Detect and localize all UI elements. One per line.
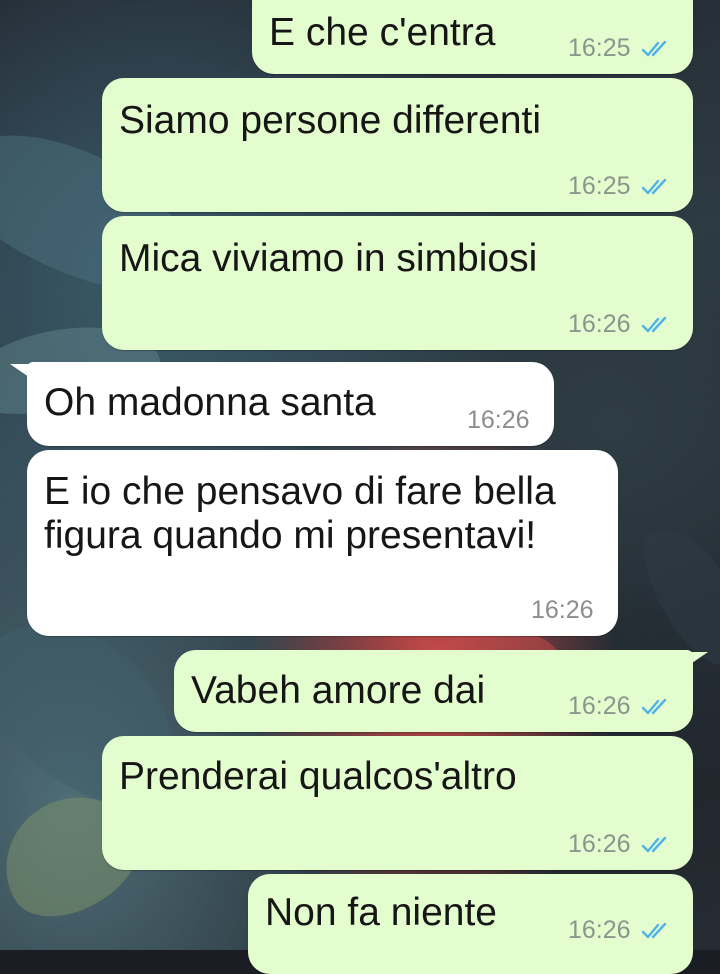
message-meta: 16:26 (568, 830, 671, 859)
message-time: 16:26 (467, 406, 530, 434)
message-time: 16:26 (531, 596, 594, 624)
message-text: Oh madonna santa (44, 381, 376, 424)
message-bubble-outgoing[interactable]: Non fa niente 16:26 (248, 874, 693, 974)
message-meta: 16:25 (568, 34, 671, 63)
message-meta: 16:26 (467, 406, 530, 435)
double-check-icon (641, 698, 666, 714)
message-time: 16:26 (568, 692, 631, 720)
message-text: E che c'entra (269, 11, 496, 54)
message-meta: 16:26 (568, 310, 671, 339)
message-time: 16:25 (568, 34, 631, 62)
message-time: 16:25 (568, 172, 631, 200)
message-text: Prenderai qualcos'altro (119, 755, 517, 798)
message-meta: 16:26 (568, 692, 671, 721)
double-check-icon (641, 922, 666, 938)
message-bubble-outgoing[interactable]: Siamo persone differenti 16:25 (102, 78, 693, 212)
message-text: E io che pensavo di fare bella figura qu… (44, 470, 556, 557)
message-time: 16:26 (568, 830, 631, 858)
message-bubble-incoming[interactable]: E io che pensavo di fare bella figura qu… (27, 450, 618, 636)
message-meta: 16:25 (568, 172, 671, 201)
message-bubble-incoming[interactable]: Oh madonna santa 16:26 (27, 362, 554, 446)
message-text: Non fa niente (265, 891, 498, 934)
message-bubble-outgoing[interactable]: Prenderai qualcos'altro 16:26 (102, 736, 693, 870)
double-check-icon (641, 40, 666, 56)
message-bubble-outgoing[interactable]: Mica viviamo in simbiosi 16:26 (102, 216, 693, 350)
message-text: Siamo persone differenti (119, 99, 542, 142)
message-time: 16:26 (568, 310, 631, 338)
message-bubble-outgoing[interactable]: E che c'entra 16:25 (252, 0, 693, 74)
message-bubble-outgoing[interactable]: Vabeh amore dai 16:26 (174, 650, 693, 732)
double-check-icon (641, 836, 666, 852)
message-text: Vabeh amore dai (191, 669, 486, 712)
double-check-icon (641, 316, 666, 332)
message-text: Mica viviamo in simbiosi (119, 237, 538, 280)
double-check-icon (641, 178, 666, 194)
message-time: 16:26 (568, 916, 631, 944)
message-meta: 16:26 (531, 596, 594, 625)
message-meta: 16:26 (568, 916, 671, 945)
